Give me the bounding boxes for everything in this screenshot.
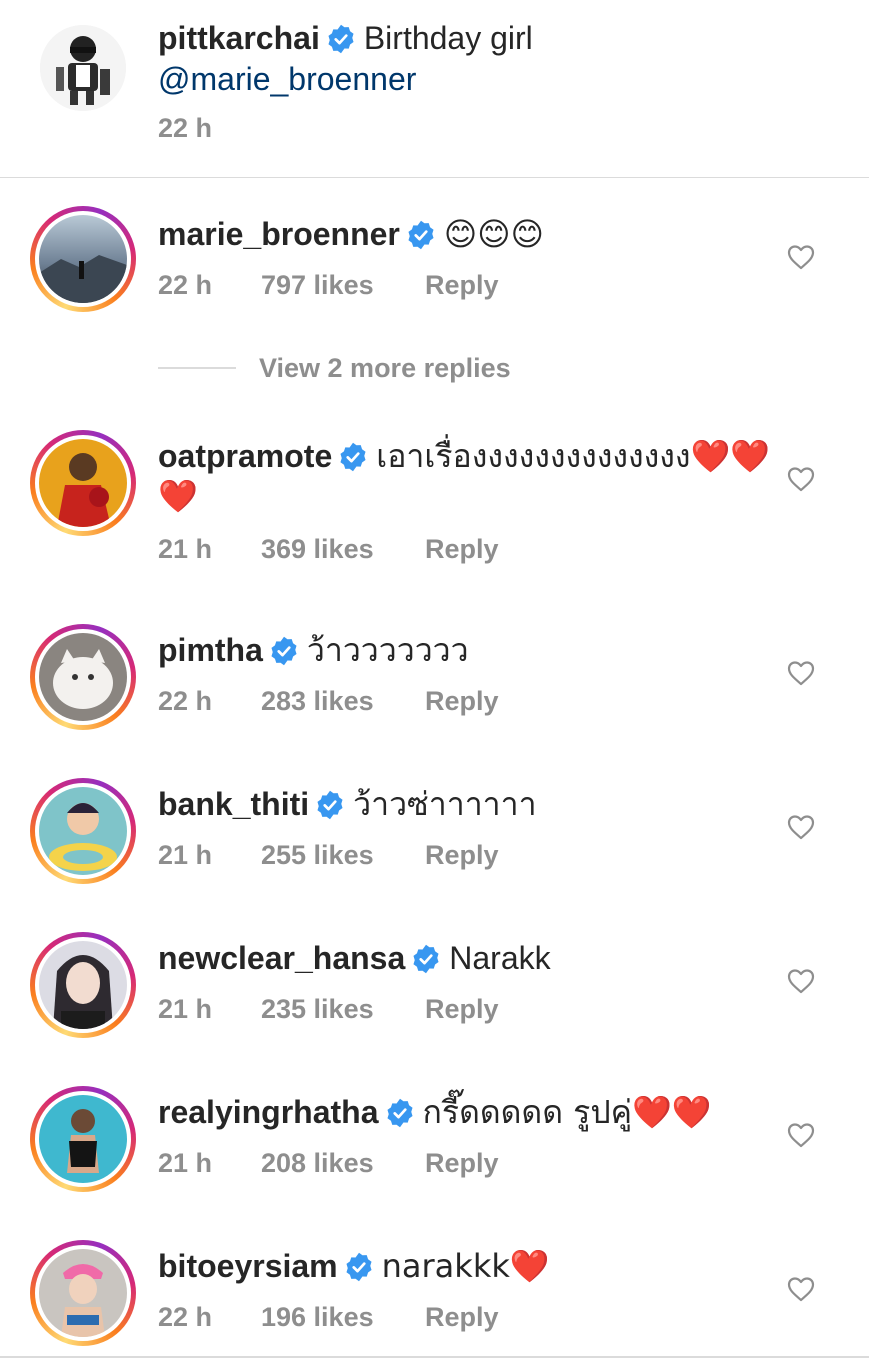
heart-outline-icon[interactable] [786,1274,816,1304]
comment-meta: 22 h 196 likes Reply [158,1299,499,1335]
comment-meta: 21 h 369 likes Reply [158,531,499,567]
comment-likes[interactable]: 797 likes [261,267,374,303]
view-replies-label: View 2 more replies [259,353,511,383]
comment-likes[interactable]: 208 likes [261,1145,374,1181]
verified-badge-icon [408,220,434,249]
comment-meta: 21 h 235 likes Reply [158,991,499,1027]
comment-username[interactable]: bitoeyrsiam [158,1248,338,1284]
caption-timestamp: 22 h [158,113,213,143]
comment-body: realyingrhatha กรี๊ดดดดด รูปคู่❤️❤️ [158,1092,712,1132]
comment-text: narakkk❤️ [381,1247,550,1285]
verified-badge-icon [328,24,354,53]
avatar [39,1095,127,1183]
verified-badge-icon [413,944,439,973]
replies-line [158,367,236,369]
caption-text: Birthday girl [363,20,533,56]
comment-meta: 22 h 797 likes Reply [158,267,499,303]
reply-button[interactable]: Reply [425,267,499,303]
heart-outline-icon[interactable] [786,464,816,494]
comment-time: 21 h [158,994,213,1024]
comment-text: 😊😊😊 [443,215,544,253]
avatar [39,941,127,1029]
reply-button[interactable]: Reply [425,1299,499,1335]
comment-username[interactable]: marie_broenner [158,216,400,252]
reply-button[interactable]: Reply [425,1145,499,1181]
bottom-divider [0,1356,869,1358]
comment-meta: 21 h 255 likes Reply [158,837,499,873]
comment-time: 21 h [158,840,213,870]
heart-outline-icon[interactable] [786,242,816,272]
caption-username[interactable]: pittkarchai [158,20,320,56]
heart-outline-icon[interactable] [786,1120,816,1150]
comment-likes[interactable]: 255 likes [261,837,374,873]
reply-button[interactable]: Reply [425,991,499,1027]
avatar [39,787,127,875]
story-ring[interactable] [30,430,136,536]
caption-line: pittkarchai Birthday girl [158,18,533,58]
comment-meta: 21 h 208 likes Reply [158,1145,499,1181]
avatar [39,1249,127,1337]
caption-divider [0,177,869,178]
verified-badge-icon [346,1252,372,1281]
comment-body: pimtha ว้าววววววว [158,630,469,670]
view-more-replies-button[interactable]: View 2 more replies [158,350,578,386]
comment-text: Narakk [449,940,551,976]
comment-text: ว้าวซ่าาาาาา [353,786,537,822]
comment-body: bitoeyrsiam narakkk❤️ [158,1246,550,1286]
comment-time: 22 h [158,1302,213,1332]
comment-likes[interactable]: 235 likes [261,991,374,1027]
avatar [39,633,127,721]
comment-text: ว้าววววววว [306,632,469,668]
comment-body: marie_broenner 😊😊😊 [158,214,544,254]
comment-meta: 22 h 283 likes Reply [158,683,499,719]
comment-time: 21 h [158,1148,213,1178]
verified-badge-icon [340,442,366,471]
comment-time: 22 h [158,686,213,716]
verified-badge-icon [317,790,343,819]
reply-button[interactable]: Reply [425,837,499,873]
heart-outline-icon[interactable] [786,658,816,688]
verified-badge-icon [386,1098,413,1127]
comment-likes[interactable]: 369 likes [261,531,374,567]
comment-username[interactable]: oatpramote [158,438,332,474]
avatar [39,215,127,303]
comment-text: กรี๊ดดดดด รูปคู่❤️❤️ [422,1093,712,1131]
story-ring[interactable] [30,1086,136,1192]
story-ring[interactable] [30,1240,136,1346]
comment-username[interactable]: realyingrhatha [158,1094,379,1130]
post-caption: pittkarchai Birthday girl @marie_broenner… [0,0,869,178]
reply-button[interactable]: Reply [425,531,499,567]
heart-outline-icon[interactable] [786,812,816,842]
reply-button[interactable]: Reply [425,683,499,719]
comment-username[interactable]: bank_thiti [158,786,309,822]
heart-outline-icon[interactable] [786,966,816,996]
avatar [39,439,127,527]
story-ring[interactable] [30,932,136,1038]
story-ring[interactable] [30,624,136,730]
comment-likes[interactable]: 283 likes [261,683,374,719]
comment-body: oatpramote เอาเรื่องงงงงงงงงงงงงง❤️❤️❤️ [158,436,778,516]
comment-username[interactable]: pimtha [158,632,263,668]
comment-username[interactable]: newclear_hansa [158,940,405,976]
verified-badge-icon [271,636,297,665]
comment-likes[interactable]: 196 likes [261,1299,374,1335]
comment-time: 22 h [158,270,213,300]
comment-body: newclear_hansa Narakk [158,938,551,978]
comment-time: 21 h [158,534,213,564]
story-ring[interactable] [30,778,136,884]
avatar-illustration [40,25,126,111]
comment-body: bank_thiti ว้าวซ่าาาาาา [158,784,537,824]
caption-mention-link[interactable]: @marie_broenner [158,59,416,99]
story-ring[interactable] [30,206,136,312]
caption-author-avatar[interactable] [40,25,126,111]
